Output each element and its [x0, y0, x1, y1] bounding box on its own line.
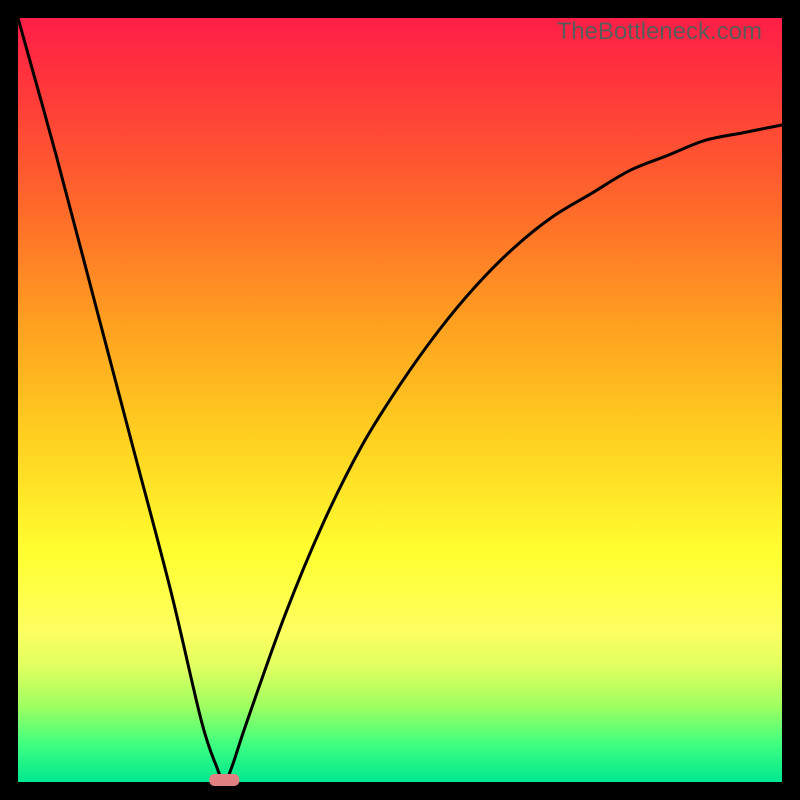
minimum-marker — [209, 774, 239, 786]
watermark-text: TheBottleneck.com — [557, 18, 762, 46]
chart-frame: TheBottleneck.com — [0, 0, 800, 800]
bottleneck-curve — [18, 18, 782, 782]
curve-path — [18, 18, 782, 782]
plot-area: TheBottleneck.com — [18, 18, 782, 782]
